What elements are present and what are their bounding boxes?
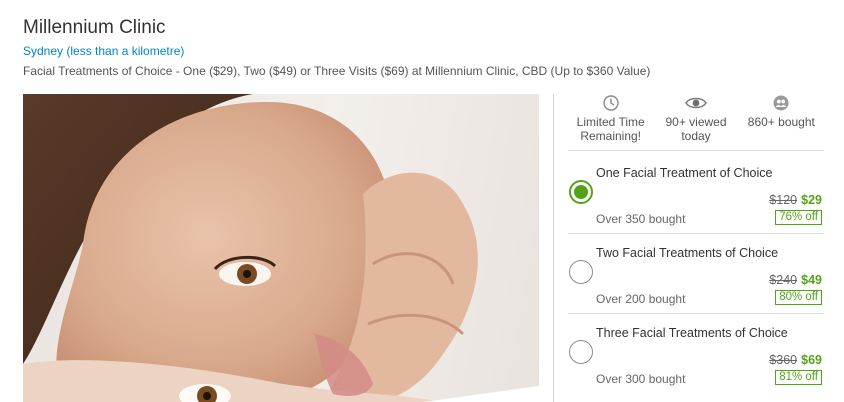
deal-stats: Limited Time Remaining! 90+ viewed today… [568, 93, 824, 149]
deal-title: Millennium Clinic [23, 17, 166, 38]
clock-icon [568, 93, 653, 113]
discount-badge: 76% off [775, 210, 822, 225]
radio-selected[interactable] [569, 180, 593, 204]
deal-price: $49 [801, 273, 822, 287]
stat-label-line2: Remaining! [580, 129, 642, 143]
original-price: $240 [769, 273, 798, 287]
option-two-treatments[interactable]: Two Facial Treatments of Choice $240 $49 … [568, 236, 824, 314]
discount-badge: 80% off [775, 290, 822, 305]
option-title: One Facial Treatment of Choice [596, 166, 773, 180]
stat-label-line2: today [681, 129, 711, 143]
vertical-divider [553, 94, 554, 402]
radio-unselected[interactable] [569, 340, 593, 364]
location-link[interactable]: Sydney (less than a kilometre) [23, 43, 823, 59]
stat-bought: 860+ bought [739, 93, 824, 149]
people-icon [739, 93, 824, 113]
stat-label-line1: 90+ viewed [665, 115, 727, 129]
stat-views: 90+ viewed today [653, 93, 738, 149]
eye-icon [653, 93, 738, 113]
deal-subtitle: Facial Treatments of Choice - One ($29),… [23, 64, 651, 78]
deal-price: $29 [801, 193, 822, 207]
stat-label-line1: Limited Time [576, 115, 645, 129]
deal-price: $69 [801, 353, 822, 367]
discount-badge: 81% off [775, 370, 822, 385]
stat-time-remaining: Limited Time Remaining! [568, 93, 653, 149]
option-one-treatment[interactable]: One Facial Treatment of Choice $120 $29 7… [568, 156, 824, 234]
option-divider [568, 233, 824, 234]
original-price: $120 [769, 193, 798, 207]
stats-divider [568, 150, 824, 151]
option-prices: $120 $29 [769, 193, 822, 207]
bought-count: Over 200 bought [596, 292, 686, 306]
radio-unselected[interactable] [569, 260, 593, 284]
original-price: $360 [769, 353, 798, 367]
option-three-treatments[interactable]: Three Facial Treatments of Choice $360 $6… [568, 316, 824, 394]
option-divider [568, 313, 824, 314]
deal-header: Millennium Clinic Sydney (less than a ki… [23, 16, 823, 79]
option-prices: $240 $49 [769, 273, 822, 287]
option-prices: $360 $69 [769, 353, 822, 367]
bought-count: Over 350 bought [596, 212, 686, 226]
stat-label-line1: 860+ bought [747, 115, 815, 129]
facial-treatment-image [23, 94, 539, 402]
bought-count: Over 300 bought [596, 372, 686, 386]
option-title: Two Facial Treatments of Choice [596, 246, 779, 260]
deal-photo [23, 94, 539, 402]
option-title: Three Facial Treatments of Choice [596, 326, 788, 340]
